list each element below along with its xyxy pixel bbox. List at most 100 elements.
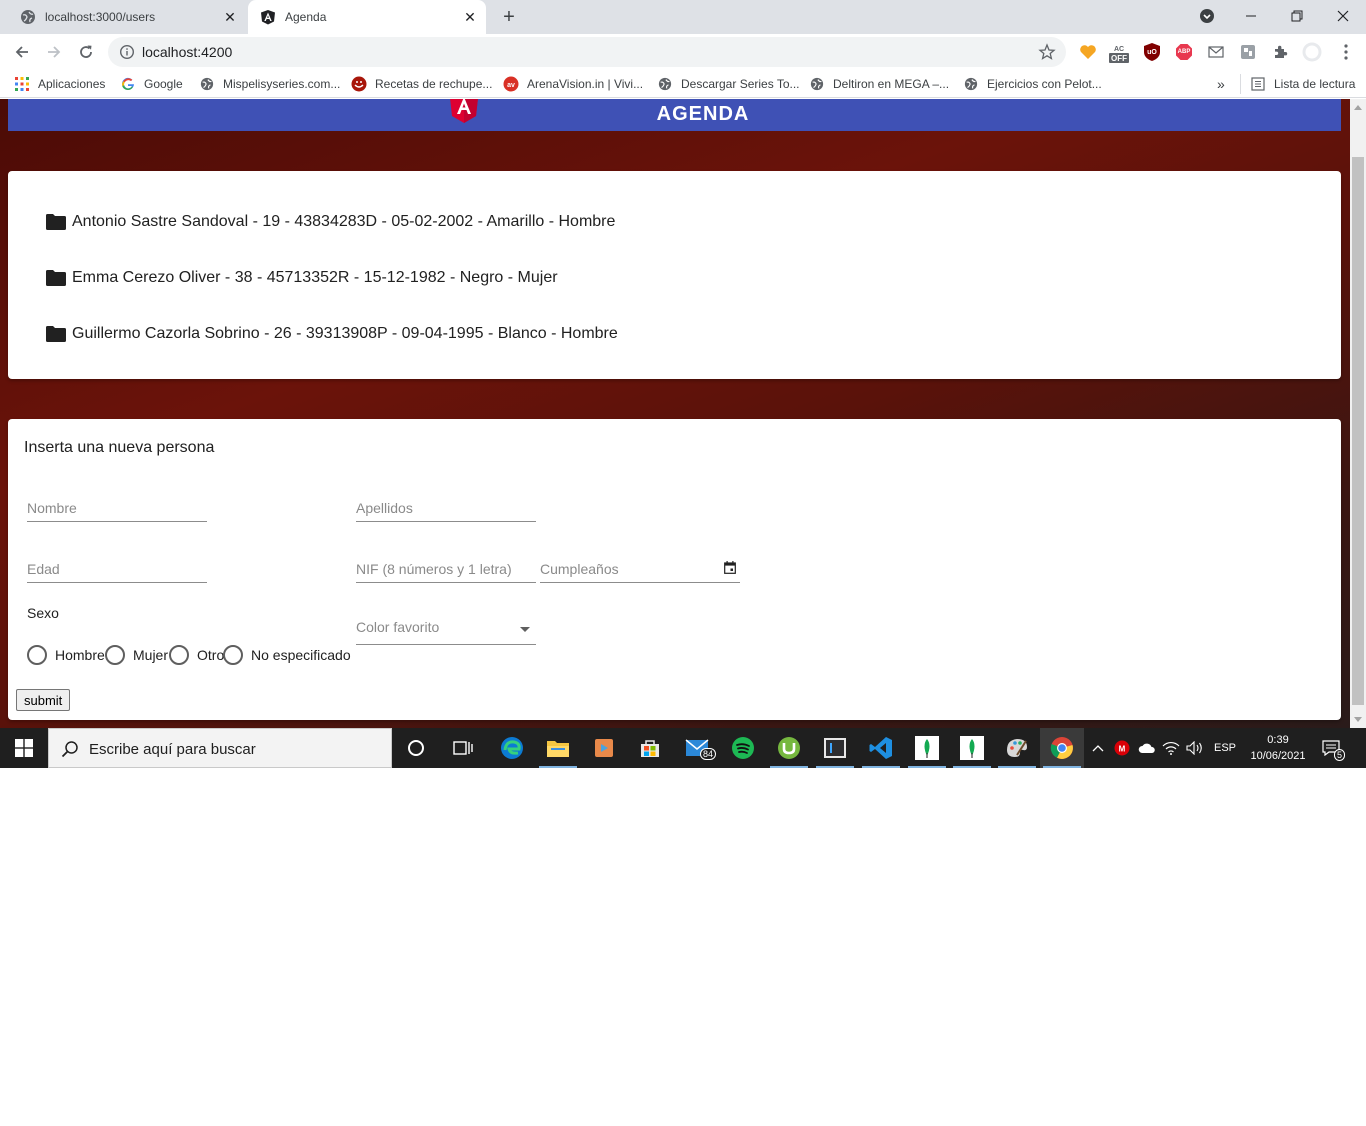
folder-icon bbox=[46, 270, 66, 286]
restore-icon[interactable] bbox=[1274, 0, 1320, 32]
url-input[interactable] bbox=[142, 42, 1002, 62]
mail-extension-icon[interactable] bbox=[1206, 42, 1226, 62]
edad-field[interactable] bbox=[27, 557, 207, 583]
media-player-icon[interactable] bbox=[590, 734, 618, 762]
edad-input[interactable] bbox=[27, 557, 207, 581]
reading-list-button[interactable]: Lista de lectura bbox=[1250, 75, 1355, 93]
ac-off-extension-icon[interactable]: AC OFF bbox=[1108, 44, 1130, 64]
bookmark-apps[interactable]: Aplicaciones bbox=[14, 75, 105, 93]
bookmark-ejercicios[interactable]: Ejercicios con Pelot... bbox=[963, 75, 1102, 93]
running-app-indicator bbox=[862, 766, 900, 768]
close-window-icon[interactable] bbox=[1320, 0, 1366, 32]
vscode-icon[interactable] bbox=[867, 734, 895, 762]
radio-circle[interactable] bbox=[223, 645, 243, 665]
bookmark-star-icon[interactable] bbox=[1038, 43, 1056, 61]
apellidos-field[interactable] bbox=[356, 496, 536, 522]
app-title: AGENDA bbox=[656, 103, 750, 125]
profile-avatar-icon[interactable] bbox=[1302, 42, 1322, 62]
adblock-plus-extension-icon[interactable]: ABP bbox=[1174, 42, 1194, 62]
cortana-icon[interactable] bbox=[402, 734, 430, 762]
radio-circle[interactable] bbox=[169, 645, 189, 665]
onedrive-icon[interactable] bbox=[1138, 728, 1158, 768]
running-app-indicator bbox=[539, 766, 577, 768]
radio-no-especificado[interactable]: No especificado bbox=[223, 644, 351, 666]
chrome-icon[interactable] bbox=[1048, 734, 1076, 762]
task-view-icon[interactable] bbox=[449, 734, 477, 762]
taskbar-clock[interactable]: 0:39 10/06/2021 bbox=[1246, 732, 1310, 764]
ublock-extension-icon[interactable]: uO bbox=[1142, 42, 1162, 62]
running-app-indicator bbox=[953, 766, 991, 768]
radio-circle[interactable] bbox=[105, 645, 125, 665]
taskbar-search-input[interactable] bbox=[89, 739, 379, 759]
color-favorito-label: Color favorito bbox=[356, 619, 440, 635]
notifications-icon[interactable] bbox=[1322, 728, 1348, 768]
bookmark-google[interactable]: Google bbox=[120, 75, 183, 93]
file-explorer-icon[interactable] bbox=[544, 734, 572, 762]
cumpleanos-field[interactable] bbox=[540, 557, 740, 583]
nombre-field[interactable] bbox=[27, 496, 207, 522]
bookmark-arenavision[interactable]: av ArenaVision.in | Vivi... bbox=[503, 75, 643, 93]
close-icon[interactable]: ✕ bbox=[460, 7, 480, 27]
forward-arrow-icon[interactable] bbox=[41, 39, 67, 65]
minimize-icon[interactable] bbox=[1228, 0, 1274, 32]
person-list-item[interactable]: Emma Cerezo Oliver - 38 - 45713352R - 15… bbox=[46, 266, 558, 290]
scroll-down-arrow-icon[interactable] bbox=[1354, 717, 1362, 722]
nombre-input[interactable] bbox=[27, 496, 207, 520]
windows-start-icon[interactable] bbox=[0, 728, 48, 768]
puzzle-extensions-icon[interactable] bbox=[1270, 42, 1290, 62]
utorrent-icon[interactable] bbox=[775, 734, 803, 762]
angular-logo-icon bbox=[450, 99, 478, 123]
running-app-indicator bbox=[998, 766, 1036, 768]
cumpleanos-input[interactable] bbox=[540, 557, 740, 581]
nif-input[interactable] bbox=[356, 557, 536, 581]
menu-kebab-icon[interactable] bbox=[1336, 42, 1356, 62]
show-hidden-icons-chevron-icon[interactable] bbox=[1092, 728, 1106, 768]
clock-date: 10/06/2021 bbox=[1250, 750, 1306, 762]
address-bar[interactable] bbox=[108, 37, 1066, 67]
back-arrow-icon[interactable] bbox=[9, 39, 35, 65]
mega-tray-icon[interactable]: M bbox=[1114, 728, 1132, 768]
extension-app-icon[interactable] bbox=[1238, 42, 1258, 62]
screen: localhost:3000/users ✕ Agenda ✕ + localh… bbox=[0, 0, 1366, 768]
bookmark-descargar-series[interactable]: Descargar Series To... bbox=[657, 75, 800, 93]
input-language-indicator[interactable]: ESP bbox=[1214, 728, 1238, 768]
nif-field[interactable] bbox=[356, 557, 536, 583]
volume-icon[interactable] bbox=[1186, 728, 1206, 768]
tab-users[interactable]: localhost:3000/users ✕ bbox=[8, 0, 246, 34]
radio-mujer[interactable]: Mujer bbox=[105, 644, 168, 666]
submit-button[interactable]: submit bbox=[16, 689, 71, 711]
tab-title: localhost:3000/users bbox=[45, 10, 156, 24]
paint-icon[interactable] bbox=[1003, 734, 1031, 762]
color-favorito-select[interactable]: Color favorito bbox=[356, 617, 536, 645]
bookmark-deltiron[interactable]: Deltiron en MEGA –... bbox=[809, 75, 949, 93]
spotify-icon[interactable] bbox=[729, 734, 757, 762]
reload-icon[interactable] bbox=[73, 39, 99, 65]
taskbar-search-box[interactable] bbox=[48, 728, 392, 768]
info-icon[interactable] bbox=[119, 44, 135, 60]
scroll-up-arrow-icon[interactable] bbox=[1354, 105, 1362, 110]
heart-extension-icon[interactable] bbox=[1078, 42, 1098, 62]
person-list-item[interactable]: Guillermo Cazorla Sobrino - 26 - 3931390… bbox=[46, 322, 618, 346]
bookmark-recetas[interactable]: Recetas de rechupe... bbox=[351, 75, 492, 93]
new-tab-button[interactable]: + bbox=[498, 6, 520, 28]
mongodb-compass-icon[interactable] bbox=[913, 734, 941, 762]
globe-icon bbox=[809, 76, 825, 92]
radio-otro[interactable]: Otro bbox=[169, 644, 224, 666]
apellidos-input[interactable] bbox=[356, 496, 536, 520]
radio-circle[interactable] bbox=[27, 645, 47, 665]
terminal-app-icon[interactable] bbox=[821, 734, 849, 762]
tab-agenda[interactable]: Agenda ✕ bbox=[248, 0, 486, 34]
calendar-icon[interactable] bbox=[724, 561, 736, 574]
page-scrollbar[interactable] bbox=[1350, 99, 1366, 728]
more-bookmarks-button[interactable]: » bbox=[1217, 75, 1225, 93]
person-list-item[interactable]: Antonio Sastre Sandoval - 19 - 43834283D… bbox=[46, 210, 615, 234]
bookmark-mispelisyseries[interactable]: Mispelisyseries.com... bbox=[199, 75, 340, 93]
radio-hombre[interactable]: Hombre bbox=[27, 644, 105, 666]
edge-icon[interactable] bbox=[498, 734, 526, 762]
close-icon[interactable]: ✕ bbox=[220, 7, 240, 27]
microsoft-store-icon[interactable] bbox=[636, 734, 664, 762]
scroll-thumb[interactable] bbox=[1352, 157, 1364, 705]
tab-search-icon[interactable] bbox=[1184, 0, 1230, 32]
wifi-icon[interactable] bbox=[1162, 728, 1182, 768]
mongodb-icon[interactable] bbox=[958, 734, 986, 762]
